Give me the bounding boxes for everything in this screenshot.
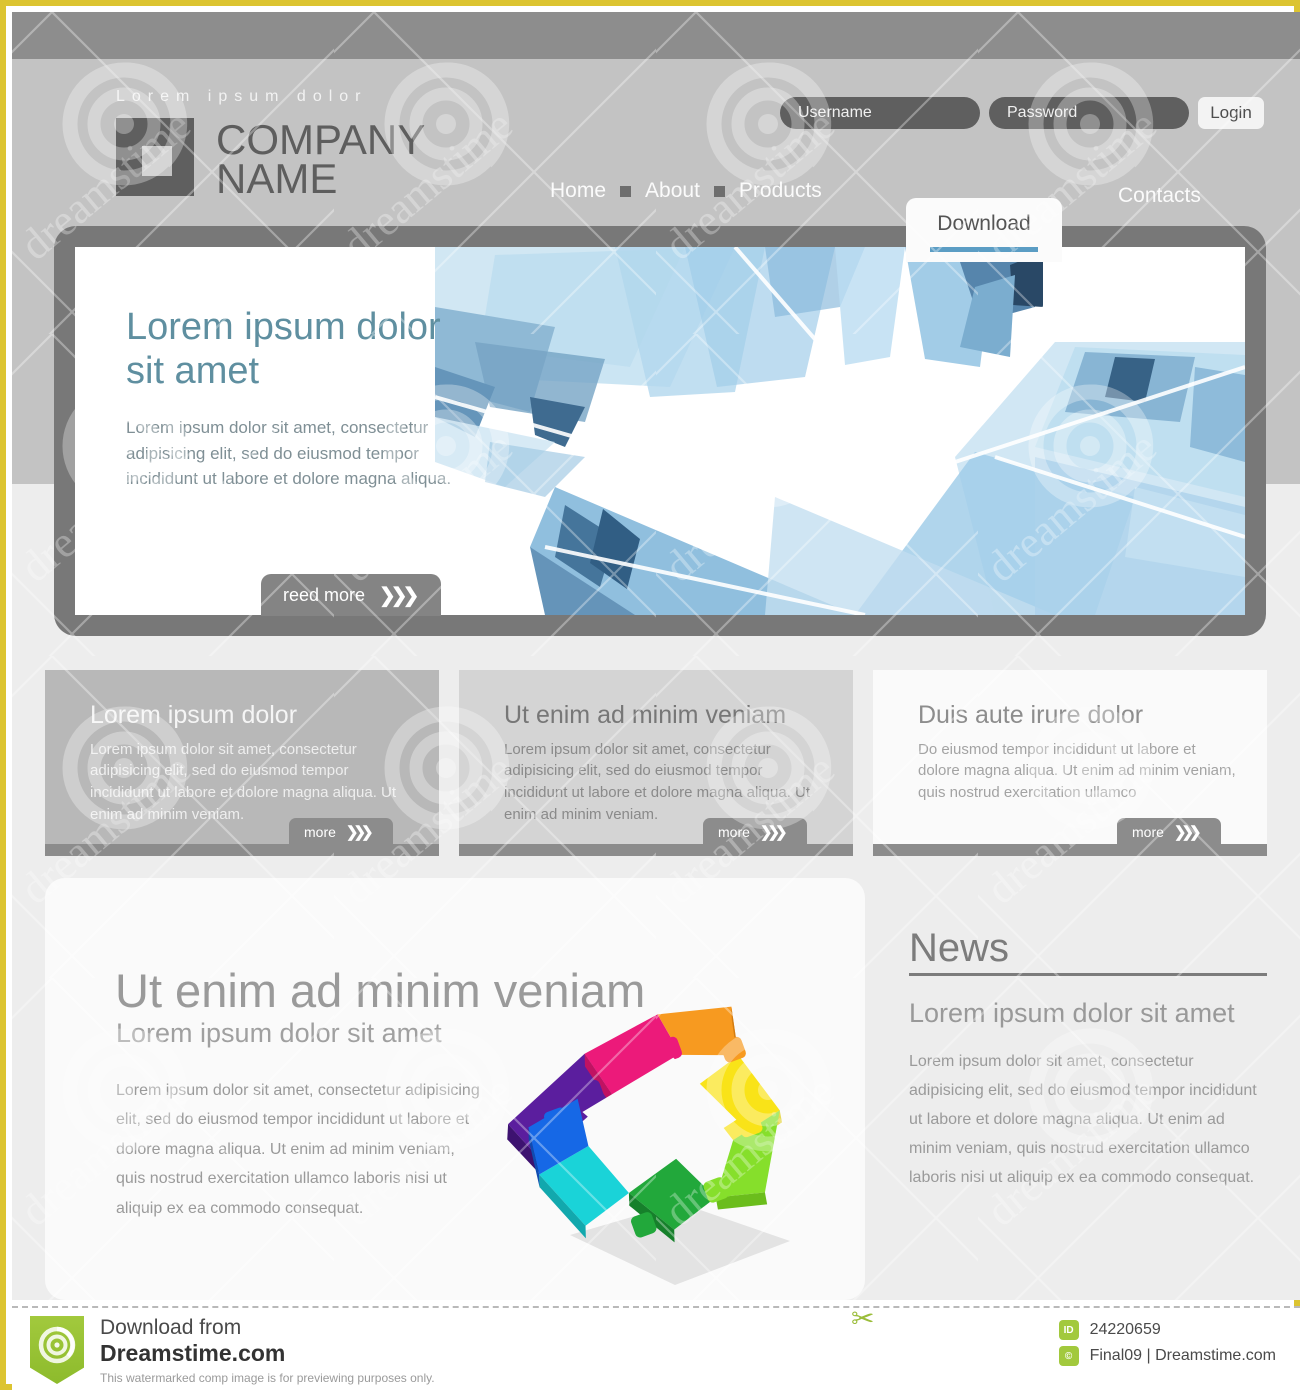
hero-inner: Lorem ipsum dolor sit amet Lorem ipsum d… <box>75 247 1245 615</box>
chevrons-right-icon: ❯❯❯ <box>379 584 419 607</box>
feature-more-label: more <box>1132 824 1164 840</box>
news-subtitle: Lorem ipsum dolor sit amet <box>909 998 1235 1028</box>
top-dark-strip <box>12 12 1300 59</box>
hero-read-more-label: reed more <box>283 584 366 605</box>
dreamstime-logo-icon <box>30 1316 84 1384</box>
tab-download-label: Download <box>937 212 1031 235</box>
chevrons-right-icon: ❯❯❯ <box>1173 824 1202 841</box>
website-mockup-page: Lorem ipsum dolor COMPANY NAME Login Hom… <box>12 12 1300 1300</box>
scissors-icon: ✂ <box>851 1303 875 1334</box>
feature-more-label: more <box>718 824 750 840</box>
feature-box: Duis aute irure dolor Do eiusmod tempor … <box>873 670 1267 863</box>
feature-box-title: Ut enim ad minim veniam <box>504 701 787 729</box>
tab-download-underline <box>930 247 1038 252</box>
copyright-value: Final09 | Dreamstime.com <box>1089 1347 1276 1364</box>
dreamstime-text-block: Download from Dreamstime.com This waterm… <box>100 1316 435 1385</box>
dreamstime-meta: ID 24220659 © Final09 | Dreamstime.com <box>1058 1320 1276 1366</box>
feature-box-title: Lorem ipsum dolor <box>90 701 298 729</box>
feature-box: Ut enim ad minim veniam Lorem ipsum dolo… <box>459 670 853 863</box>
site-logo[interactable]: COMPANY NAME <box>116 116 426 203</box>
main-navigation: Home About Products <box>550 179 822 203</box>
copyright-row: © Final09 | Dreamstime.com <box>1058 1346 1276 1366</box>
feature-more-button[interactable]: more ❯❯❯ <box>703 818 807 846</box>
feature-box-text: Lorem ipsum dolor sit amet, consectetur … <box>504 740 811 823</box>
login-button[interactable]: Login <box>1198 97 1264 129</box>
dreamstime-footer: Download from Dreamstime.com This waterm… <box>12 1306 1300 1390</box>
site-tagline: Lorem ipsum dolor <box>116 88 368 105</box>
feature-boxes: Lorem ipsum dolor Lorem ipsum dolor sit … <box>45 670 1267 863</box>
hero-banner: Lorem ipsum dolor sit amet Lorem ipsum d… <box>54 226 1266 636</box>
dreamstime-domain: Dreamstime.com <box>100 1339 286 1366</box>
hero-abstract-crystal-image <box>434 247 1245 615</box>
square-logo-icon <box>116 118 194 196</box>
tab-download[interactable]: Download <box>906 198 1062 262</box>
image-id-value: 24220659 <box>1089 1321 1161 1338</box>
feature-more-button[interactable]: more ❯❯❯ <box>1117 818 1221 846</box>
password-input[interactable] <box>989 97 1189 129</box>
feature-box-text: Do eiusmod tempor incididunt ut labore e… <box>918 740 1236 802</box>
news-divider <box>909 973 1267 976</box>
id-chip-icon: ID <box>1058 1320 1079 1340</box>
nav-item-about[interactable]: About <box>645 179 700 203</box>
chevrons-right-icon: ❯❯❯ <box>345 824 374 841</box>
hero-paragraph: Lorem ipsum dolor sit amet, consectetur … <box>126 418 452 489</box>
nav-item-contacts[interactable]: Contacts <box>1118 184 1201 208</box>
feature-box-text: Lorem ipsum dolor sit amet, consectetur … <box>90 740 397 823</box>
hero-heading: Lorem ipsum dolor sit amet <box>126 306 441 393</box>
login-bar: Login <box>780 97 1264 129</box>
hero-read-more-button[interactable]: reed more ❯❯❯ <box>261 574 441 616</box>
copyright-chip-icon: © <box>1058 1346 1079 1366</box>
news-paragraph: Lorem ipsum dolor sit amet, consectetur … <box>909 1053 1257 1187</box>
nav-separator-square-icon <box>713 185 725 197</box>
feature-box-title: Duis aute irure dolor <box>918 701 1144 729</box>
image-id-row: ID 24220659 <box>1058 1320 1276 1340</box>
watermark-disclaimer: This watermarked comp image is for previ… <box>100 1370 435 1385</box>
news-title: News <box>909 926 1010 970</box>
nav-item-home[interactable]: Home <box>550 179 606 203</box>
bottom-subheading: Lorem ipsum dolor sit amet <box>116 1018 442 1048</box>
hero-copy: Lorem ipsum dolor sit amet Lorem ipsum d… <box>126 305 456 492</box>
feature-more-button[interactable]: more ❯❯❯ <box>289 818 393 846</box>
feature-more-label: more <box>304 824 336 840</box>
username-input[interactable] <box>780 97 980 129</box>
bottom-paragraph: Lorem ipsum dolor sit amet, consectetur … <box>116 1082 480 1217</box>
download-from-label: Download from <box>100 1316 242 1339</box>
company-name: COMPANY NAME <box>216 116 426 203</box>
dreamstime-brand: Download from Dreamstime.com This waterm… <box>30 1316 435 1385</box>
chevrons-right-icon: ❯❯❯ <box>759 824 788 841</box>
company-name-line2: NAME <box>216 155 338 203</box>
stock-comp-frame: Lorem ipsum dolor COMPANY NAME Login Hom… <box>0 0 1300 1390</box>
bottom-content-card: Ut enim ad minim veniam Lorem ipsum dolo… <box>45 878 865 1300</box>
company-name-line1: COMPANY <box>216 116 426 163</box>
nav-item-products[interactable]: Products <box>739 179 822 203</box>
colorful-puzzle-image <box>500 1003 820 1293</box>
feature-box: Lorem ipsum dolor Lorem ipsum dolor sit … <box>45 670 439 863</box>
news-section: News Lorem ipsum dolor sit amet Lorem ip… <box>909 927 1267 1193</box>
nav-separator-square-icon <box>620 185 632 197</box>
